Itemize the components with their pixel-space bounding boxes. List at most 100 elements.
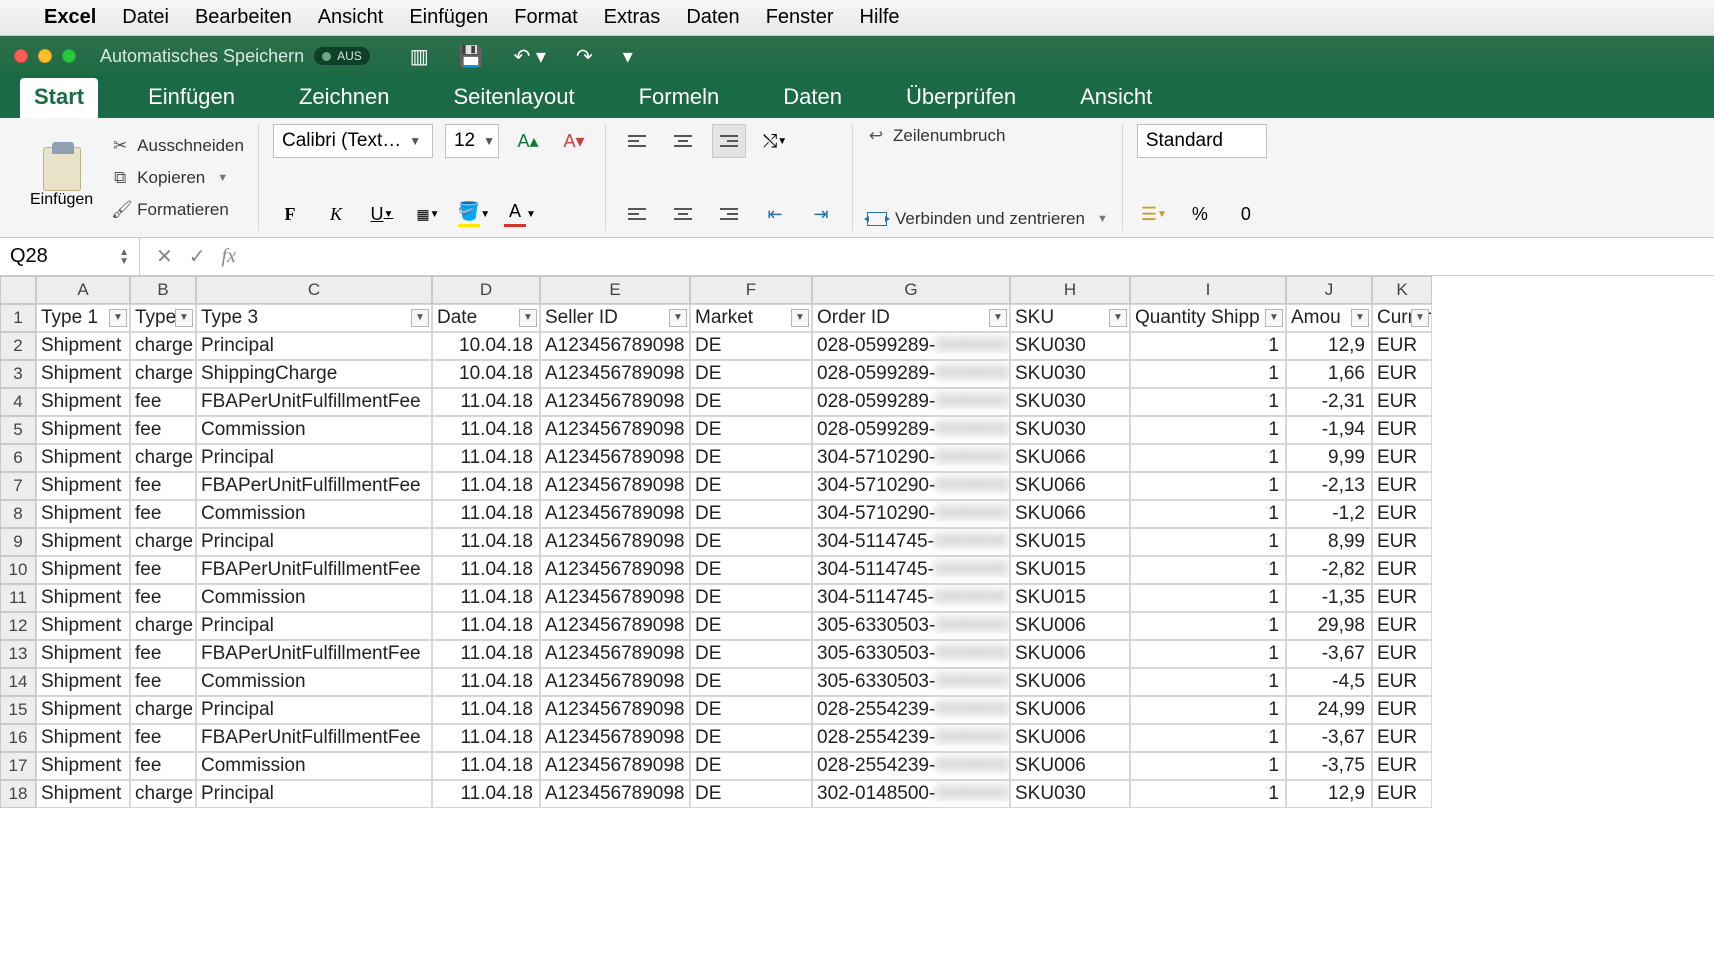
cell[interactable]: DE (690, 556, 812, 584)
font-color-button[interactable]: A▼ (503, 197, 537, 231)
row-header[interactable]: 11 (0, 584, 36, 612)
cell[interactable]: 1 (1130, 360, 1286, 388)
cell[interactable]: Shipment (36, 612, 130, 640)
cell[interactable]: EUR (1372, 668, 1432, 696)
cell[interactable]: Shipment (36, 752, 130, 780)
cell[interactable]: A123456789098 (540, 332, 690, 360)
wrap-text-button[interactable]: ↩Zeilenumbruch (867, 124, 1108, 148)
cell[interactable]: EUR (1372, 556, 1432, 584)
name-box[interactable]: Q28 ▲▼ (0, 238, 140, 275)
cell[interactable]: A123456789098 (540, 388, 690, 416)
cell[interactable]: EUR (1372, 584, 1432, 612)
cell[interactable]: SKU030 (1010, 416, 1130, 444)
cell[interactable]: 305-6330503-0000000 (812, 640, 1010, 668)
cell[interactable]: Shipment (36, 780, 130, 808)
cell[interactable]: A123456789098 (540, 528, 690, 556)
filter-dropdown-icon[interactable]: ▼ (669, 309, 687, 327)
cell[interactable]: 1 (1130, 752, 1286, 780)
cell[interactable]: 028-0599289-0000000 (812, 360, 1010, 388)
cell[interactable]: DE (690, 612, 812, 640)
cell[interactable]: EUR (1372, 640, 1432, 668)
cell[interactable]: SKU006 (1010, 668, 1130, 696)
row-header[interactable]: 10 (0, 556, 36, 584)
cell[interactable]: 1 (1130, 444, 1286, 472)
cell[interactable]: -1,94 (1286, 416, 1372, 444)
menu-daten[interactable]: Daten (686, 6, 739, 29)
row-header[interactable]: 12 (0, 612, 36, 640)
cell[interactable]: -3,67 (1286, 724, 1372, 752)
cell[interactable]: 028-0599289-0000000 (812, 332, 1010, 360)
cell[interactable]: DE (690, 444, 812, 472)
shrink-font-icon[interactable]: A▾ (557, 124, 591, 158)
filter-dropdown-icon[interactable]: ▼ (1351, 309, 1369, 327)
cancel-formula-icon[interactable]: ✕ (156, 244, 173, 269)
cell[interactable]: 304-5114745-0000000 (812, 584, 1010, 612)
font-name-select[interactable]: Calibri (Text…▼ (273, 124, 433, 158)
column-header[interactable]: B (130, 276, 196, 304)
cell[interactable]: EUR (1372, 388, 1432, 416)
cell[interactable]: Principal (196, 444, 432, 472)
cell[interactable]: DE (690, 332, 812, 360)
cell[interactable]: 1 (1130, 584, 1286, 612)
column-header[interactable]: I (1130, 276, 1286, 304)
cell[interactable]: Shipment (36, 444, 130, 472)
cell[interactable]: Commission (196, 500, 432, 528)
cell[interactable]: A123456789098 (540, 696, 690, 724)
cell[interactable]: Shipment (36, 556, 130, 584)
cell[interactable]: charge (130, 332, 196, 360)
paste-button[interactable]: Einfügen (24, 147, 99, 209)
cell[interactable]: 305-6330503-0000000 (812, 612, 1010, 640)
cell[interactable]: A123456789098 (540, 724, 690, 752)
cell[interactable]: SKU015 (1010, 556, 1130, 584)
zoom-icon[interactable] (62, 49, 76, 63)
cell[interactable]: 11.04.18 (432, 500, 540, 528)
column-header[interactable]: F (690, 276, 812, 304)
filter-dropdown-icon[interactable]: ▼ (411, 309, 429, 327)
row-header[interactable]: 17 (0, 752, 36, 780)
enter-formula-icon[interactable]: ✓ (189, 244, 206, 269)
cell[interactable]: -2,82 (1286, 556, 1372, 584)
menu-extras[interactable]: Extras (604, 6, 661, 29)
cell[interactable]: -2,13 (1286, 472, 1372, 500)
cell[interactable]: charge (130, 612, 196, 640)
cell[interactable]: Principal (196, 612, 432, 640)
redo-icon[interactable]: ↷ (566, 44, 603, 69)
cell[interactable]: 1 (1130, 640, 1286, 668)
name-box-spinner[interactable]: ▲▼ (119, 248, 129, 266)
cell[interactable]: DE (690, 388, 812, 416)
cell[interactable]: Shipment (36, 584, 130, 612)
cell[interactable]: SKU030 (1010, 780, 1130, 808)
column-header[interactable]: A (36, 276, 130, 304)
cell[interactable]: EUR (1372, 780, 1432, 808)
menu-einfuegen[interactable]: Einfügen (409, 6, 488, 29)
row-header[interactable]: 14 (0, 668, 36, 696)
cell[interactable]: FBAPerUnitFulfillmentFee (196, 388, 432, 416)
cell[interactable]: 1 (1130, 668, 1286, 696)
table-header-cell[interactable]: SKU▼ (1010, 304, 1130, 332)
cell[interactable]: A123456789098 (540, 500, 690, 528)
cell[interactable]: EUR (1372, 752, 1432, 780)
cell[interactable]: FBAPerUnitFulfillmentFee (196, 472, 432, 500)
cell[interactable]: 10.04.18 (432, 332, 540, 360)
cell[interactable]: charge (130, 780, 196, 808)
cell[interactable]: 29,98 (1286, 612, 1372, 640)
cell[interactable]: charge (130, 696, 196, 724)
row-header[interactable]: 6 (0, 444, 36, 472)
cell[interactable]: FBAPerUnitFulfillmentFee (196, 556, 432, 584)
cell[interactable]: A123456789098 (540, 640, 690, 668)
cell[interactable]: fee (130, 640, 196, 668)
spreadsheet[interactable]: ABCDEFGHIJK1Type 1▼Type▼Type 3▼Date▼Sell… (0, 276, 1714, 808)
align-bottom-icon[interactable] (712, 124, 746, 158)
cell[interactable]: Shipment (36, 388, 130, 416)
cell[interactable]: SKU066 (1010, 444, 1130, 472)
row-header[interactable]: 16 (0, 724, 36, 752)
table-header-cell[interactable]: Type 1▼ (36, 304, 130, 332)
cell[interactable]: 10.04.18 (432, 360, 540, 388)
cell[interactable]: 11.04.18 (432, 584, 540, 612)
cell[interactable]: EUR (1372, 360, 1432, 388)
cell[interactable]: SKU006 (1010, 612, 1130, 640)
merge-center-button[interactable]: Verbinden und zentrieren▼ (867, 207, 1108, 231)
cell[interactable]: 12,9 (1286, 332, 1372, 360)
tab-zeichnen[interactable]: Zeichnen (285, 78, 404, 118)
row-header[interactable]: 15 (0, 696, 36, 724)
